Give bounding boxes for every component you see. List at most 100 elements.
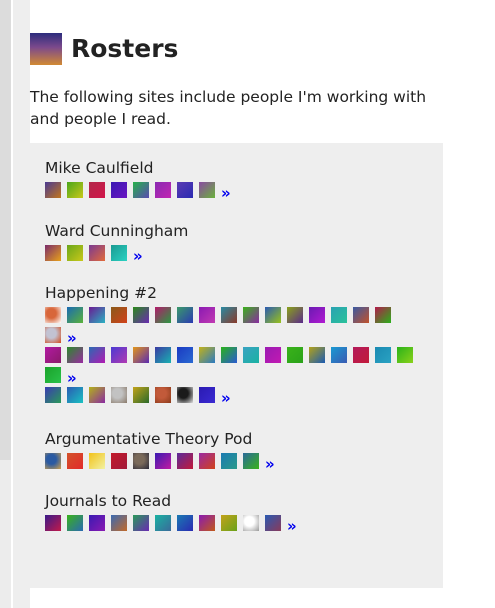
site-flag-row bbox=[45, 305, 419, 325]
site-flag-icon[interactable] bbox=[243, 453, 259, 469]
site-flag-icon[interactable] bbox=[309, 347, 325, 363]
site-flag-icon[interactable] bbox=[265, 515, 281, 531]
site-flag-icon[interactable] bbox=[155, 453, 171, 469]
roster-name[interactable]: Argumentative Theory Pod bbox=[45, 429, 275, 449]
site-flag-icon[interactable] bbox=[111, 182, 127, 198]
site-flag-icon[interactable] bbox=[265, 307, 281, 323]
more-link[interactable]: » bbox=[221, 390, 231, 406]
site-flag-icon[interactable] bbox=[155, 182, 171, 198]
site-flag-icon[interactable] bbox=[133, 515, 149, 531]
site-flag-icon[interactable] bbox=[199, 453, 215, 469]
site-flag-icon[interactable] bbox=[45, 182, 61, 198]
site-flag-icon[interactable] bbox=[177, 182, 193, 198]
site-flag-icon[interactable] bbox=[89, 245, 105, 261]
site-flag-icon[interactable] bbox=[133, 182, 149, 198]
more-link[interactable]: » bbox=[265, 456, 275, 472]
site-flag-row: » bbox=[45, 325, 419, 346]
site-flag-icon[interactable] bbox=[221, 347, 237, 363]
site-avatar-icon[interactable] bbox=[45, 327, 61, 343]
site-flag-icon[interactable] bbox=[155, 347, 171, 363]
site-flag-icon[interactable] bbox=[45, 367, 61, 383]
site-flag-icon[interactable] bbox=[111, 515, 127, 531]
site-flag-icon[interactable] bbox=[67, 182, 83, 198]
site-flag-icon[interactable] bbox=[111, 245, 127, 261]
site-flag-icon[interactable] bbox=[111, 453, 127, 469]
site-avatar-icon[interactable] bbox=[45, 453, 61, 469]
site-flag-icon[interactable] bbox=[89, 347, 105, 363]
roster-name[interactable]: Ward Cunningham bbox=[45, 221, 188, 241]
site-flag-icon[interactable] bbox=[133, 307, 149, 323]
browser-left-gutter bbox=[0, 0, 11, 608]
site-flag-icon[interactable] bbox=[309, 307, 325, 323]
site-flag-icon[interactable] bbox=[221, 307, 237, 323]
more-link[interactable]: » bbox=[67, 330, 77, 346]
site-flag-icon[interactable] bbox=[353, 347, 369, 363]
roster-section: Mike Caulfield » bbox=[45, 158, 231, 201]
site-flag-icon[interactable] bbox=[221, 515, 237, 531]
site-flag-icon[interactable] bbox=[375, 347, 391, 363]
site-flag-icon[interactable] bbox=[45, 347, 61, 363]
site-flag-icon[interactable] bbox=[199, 387, 215, 403]
site-flag-icon[interactable] bbox=[199, 307, 215, 323]
site-flag-icon[interactable] bbox=[353, 307, 369, 323]
site-flag-icon[interactable] bbox=[331, 307, 347, 323]
site-flag-icon[interactable] bbox=[67, 515, 83, 531]
site-flag-icon[interactable] bbox=[155, 515, 171, 531]
more-link[interactable]: » bbox=[287, 518, 297, 534]
site-flag-icon[interactable] bbox=[89, 453, 105, 469]
site-flag-icon[interactable] bbox=[221, 453, 237, 469]
site-flag-icon[interactable] bbox=[199, 182, 215, 198]
roster-name[interactable]: Happening #2 bbox=[45, 283, 419, 303]
more-link[interactable]: » bbox=[67, 370, 77, 386]
site-flag-icon[interactable] bbox=[287, 347, 303, 363]
roster-name[interactable]: Journals to Read bbox=[45, 491, 297, 511]
site-flag-icon[interactable] bbox=[111, 307, 127, 323]
site-avatar-icon[interactable] bbox=[155, 387, 171, 403]
site-avatar-icon[interactable] bbox=[177, 387, 193, 403]
site-avatar-icon[interactable] bbox=[133, 453, 149, 469]
site-flag-icon[interactable] bbox=[177, 347, 193, 363]
site-flag-icon[interactable] bbox=[243, 307, 259, 323]
site-flag-row: » bbox=[45, 385, 419, 406]
site-flag-icon[interactable] bbox=[199, 347, 215, 363]
site-flag-icon[interactable] bbox=[89, 307, 105, 323]
site-flag-icon[interactable] bbox=[45, 387, 61, 403]
site-flag-icon[interactable] bbox=[177, 515, 193, 531]
site-flag-icon[interactable] bbox=[67, 453, 83, 469]
more-link[interactable]: » bbox=[221, 185, 231, 201]
site-flag-icon[interactable] bbox=[155, 307, 171, 323]
site-flag-icon[interactable] bbox=[133, 347, 149, 363]
site-flag-icon[interactable] bbox=[331, 347, 347, 363]
site-flag-icon[interactable] bbox=[265, 347, 281, 363]
site-flag-icon[interactable] bbox=[177, 453, 193, 469]
rosters-panel: Mike Caulfield » Ward Cunningham » Happening… bbox=[30, 143, 443, 588]
site-flag-icon[interactable] bbox=[67, 387, 83, 403]
site-flag-icon[interactable] bbox=[89, 515, 105, 531]
site-flag-icon[interactable] bbox=[67, 245, 83, 261]
site-flag-row bbox=[45, 345, 419, 365]
site-flag-icon[interactable] bbox=[67, 347, 83, 363]
site-flag-icon[interactable] bbox=[111, 347, 127, 363]
site-flag-icon[interactable] bbox=[375, 307, 391, 323]
site-flag-icon[interactable] bbox=[67, 307, 83, 323]
site-logo-icon[interactable] bbox=[30, 33, 62, 65]
site-flag-row: » bbox=[45, 180, 231, 201]
site-flag-icon[interactable] bbox=[243, 347, 259, 363]
site-flag-icon[interactable] bbox=[133, 387, 149, 403]
roster-section: Journals to Read » bbox=[45, 491, 297, 534]
site-flag-icon[interactable] bbox=[45, 515, 61, 531]
site-flag-icon[interactable] bbox=[397, 347, 413, 363]
site-flag-row: » bbox=[45, 451, 275, 472]
site-flag-icon[interactable] bbox=[287, 307, 303, 323]
site-flag-icon[interactable] bbox=[199, 515, 215, 531]
site-flag-row: » bbox=[45, 243, 188, 264]
site-flag-icon[interactable] bbox=[177, 307, 193, 323]
more-link[interactable]: » bbox=[133, 248, 143, 264]
site-flag-icon[interactable] bbox=[89, 182, 105, 198]
site-avatar-icon[interactable] bbox=[243, 515, 259, 531]
site-avatar-icon[interactable] bbox=[111, 387, 127, 403]
site-avatar-icon[interactable] bbox=[45, 307, 61, 323]
site-flag-icon[interactable] bbox=[89, 387, 105, 403]
site-flag-icon[interactable] bbox=[45, 245, 61, 261]
roster-name[interactable]: Mike Caulfield bbox=[45, 158, 231, 178]
